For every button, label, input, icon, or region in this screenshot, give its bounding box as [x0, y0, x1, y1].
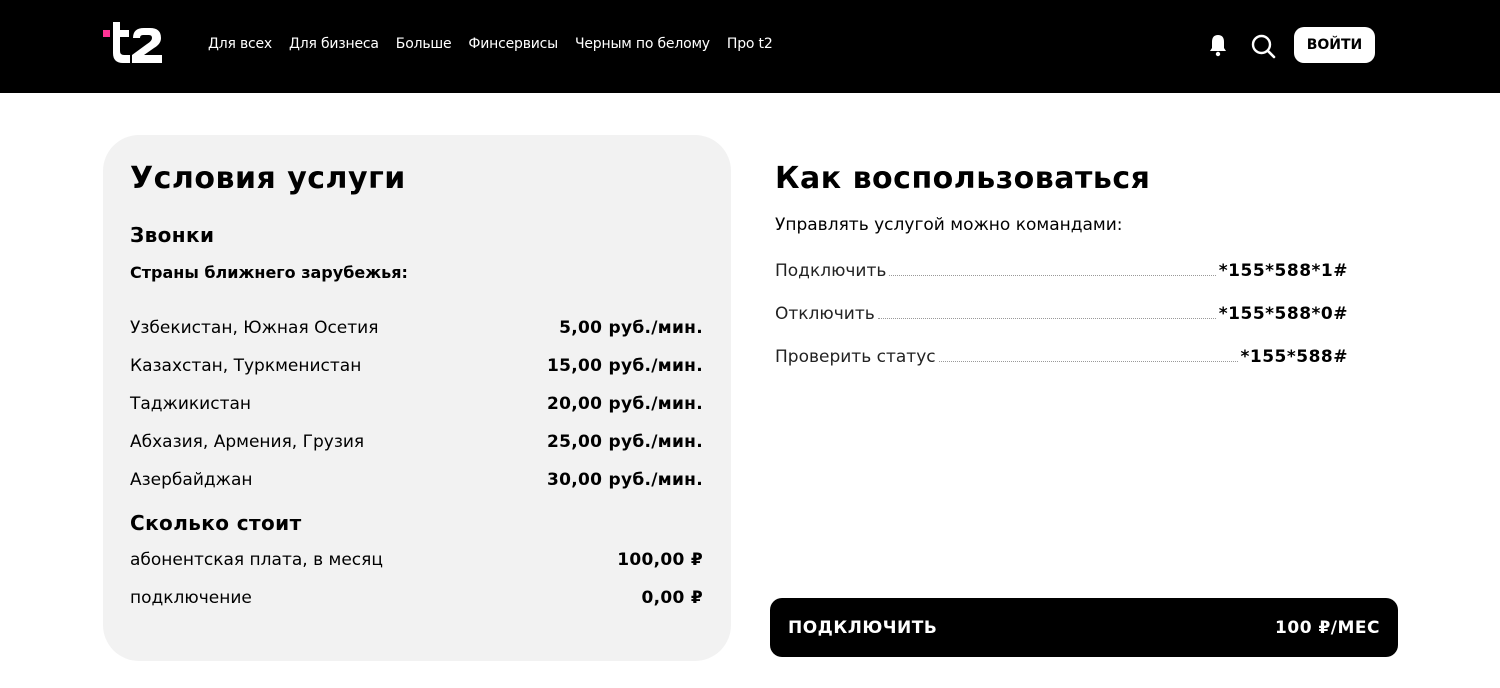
command-code: *155*588*0#: [1218, 304, 1348, 324]
nav-item-for-all[interactable]: Для всех: [208, 36, 272, 52]
dotted-leader: [889, 275, 1216, 276]
rate-label: Узбекистан, Южная Осетия: [130, 318, 379, 338]
rate-label: Азербайджан: [130, 470, 253, 490]
nav-item-finservices[interactable]: Финсервисы: [468, 36, 558, 52]
rate-label: Казахстан, Туркменистан: [130, 356, 362, 376]
command-code: *155*588#: [1240, 347, 1348, 367]
rate-row: Абхазия, Армения, Грузия 25,00 руб./мин.: [130, 430, 703, 454]
conditions-title: Условия услуги: [130, 161, 406, 196]
rate-value: 5,00 руб./мин.: [559, 318, 703, 338]
rate-label: Абхазия, Армения, Грузия: [130, 432, 365, 452]
rate-row: Таджикистан 20,00 руб./мин.: [130, 392, 703, 416]
nav-item-more[interactable]: Больше: [396, 36, 452, 52]
howto-intro: Управлять услугой можно командами:: [775, 215, 1123, 235]
command-row: Отключить *155*588*0#: [775, 300, 1348, 324]
rate-value: 30,00 руб./мин.: [547, 470, 703, 490]
service-conditions-card: Условия услуги Звонки Страны ближнего за…: [103, 135, 731, 661]
nav-item-business[interactable]: Для бизнеса: [289, 36, 379, 52]
connect-label: ПОДКЛЮЧИТЬ: [788, 617, 938, 638]
bell-icon[interactable]: [1207, 33, 1229, 57]
cost-value: 100,00 ₽: [617, 550, 703, 570]
main-nav: Для всех Для бизнеса Больше Финсервисы Ч…: [208, 36, 790, 52]
howto-title: Как воспользоваться: [775, 161, 1151, 196]
cost-value: 0,00 ₽: [641, 588, 703, 608]
rate-row: Азербайджан 30,00 руб./мин.: [130, 468, 703, 492]
command-row: Проверить статус *155*588#: [775, 343, 1348, 367]
dotted-leader: [938, 361, 1238, 362]
command-code: *155*588*1#: [1218, 261, 1348, 281]
command-label: Подключить: [775, 261, 887, 281]
command-label: Отключить: [775, 304, 875, 324]
search-icon[interactable]: [1250, 33, 1276, 59]
header: Для всех Для бизнеса Больше Финсервисы Ч…: [0, 0, 1500, 93]
dotted-leader: [877, 318, 1216, 319]
rate-value: 25,00 руб./мин.: [547, 432, 703, 452]
nav-item-about-t2[interactable]: Про t2: [727, 36, 773, 52]
connect-button[interactable]: ПОДКЛЮЧИТЬ 100 ₽/МЕС: [770, 598, 1398, 657]
cost-row: подключение 0,00 ₽: [130, 586, 703, 610]
cost-row: абонентская плата, в месяц 100,00 ₽: [130, 548, 703, 572]
cost-label: подключение: [130, 588, 252, 608]
rate-label: Таджикистан: [130, 394, 252, 414]
command-row: Подключить *155*588*1#: [775, 257, 1348, 281]
rate-value: 20,00 руб./мин.: [547, 394, 703, 414]
calls-section-title: Звонки: [130, 223, 215, 247]
cost-label: абонентская плата, в месяц: [130, 550, 383, 570]
command-label: Проверить статус: [775, 347, 936, 367]
countries-subhead: Страны ближнего зарубежья:: [130, 263, 408, 282]
rate-value: 15,00 руб./мин.: [547, 356, 703, 376]
nav-item-black-on-white[interactable]: Черным по белому: [575, 36, 710, 52]
t2-logo[interactable]: [103, 18, 167, 66]
rate-row: Узбекистан, Южная Осетия 5,00 руб./мин.: [130, 316, 703, 340]
login-button[interactable]: ВОЙТИ: [1294, 27, 1375, 63]
connect-price: 100 ₽/МЕС: [1275, 617, 1380, 638]
cost-section-title: Сколько стоит: [130, 511, 302, 535]
rate-row: Казахстан, Туркменистан 15,00 руб./мин.: [130, 354, 703, 378]
